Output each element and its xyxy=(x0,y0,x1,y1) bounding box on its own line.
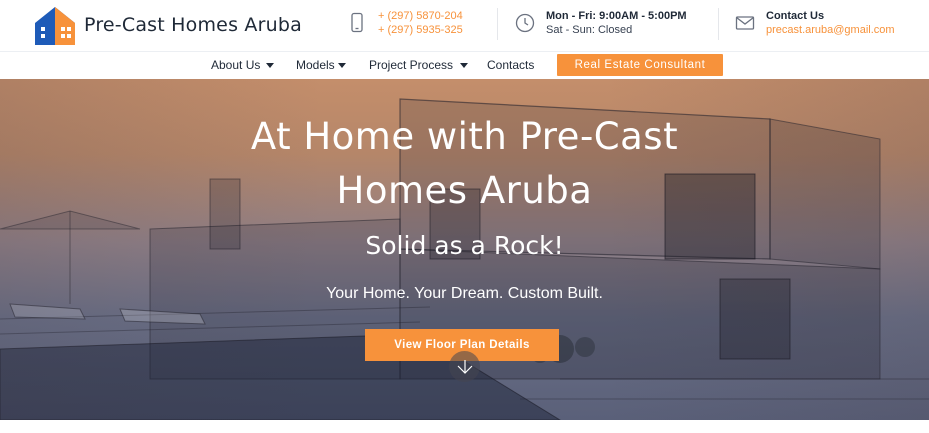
nav-item-about-us[interactable]: About Us xyxy=(211,58,275,72)
hero-title-line-1: At Home with Pre-Cast xyxy=(250,115,679,158)
nav-item-project-process[interactable]: Project Process xyxy=(369,58,469,72)
header-divider xyxy=(497,8,498,40)
caret-down-icon xyxy=(337,62,346,68)
contact-title: Contact Us xyxy=(766,10,825,22)
hours-weekend: Sat - Sun: Closed xyxy=(546,24,633,36)
clock-icon xyxy=(514,12,536,34)
nav-item-contacts[interactable]: Contacts xyxy=(487,58,534,72)
real-estate-consultant-button[interactable]: Real Estate Consultant xyxy=(557,54,723,76)
phone-number-2[interactable]: + (297) 5935-325 xyxy=(378,23,463,37)
scroll-down-button[interactable] xyxy=(449,351,480,382)
caret-down-icon xyxy=(460,62,469,68)
mail-icon xyxy=(734,12,756,34)
site-header: Pre-Cast Homes Aruba + (297) 5870-204 + … xyxy=(0,0,929,50)
contact-email-link[interactable]: precast.aruba@gmail.com xyxy=(766,23,895,37)
site-name[interactable]: Pre-Cast Homes Aruba xyxy=(84,14,302,36)
house-logo-icon xyxy=(33,5,77,45)
header-contact: Contact Us precast.aruba@gmail.com xyxy=(734,9,895,37)
nav-item-label: Models xyxy=(296,58,335,72)
hours-weekdays: Mon - Fri: 9:00AM - 5:00PM xyxy=(546,10,687,22)
nav-item-label: Contacts xyxy=(487,58,535,72)
hero-title-line-2: Homes Aruba xyxy=(336,169,593,212)
hero-tagline: Your Home. Your Dream. Custom Built. xyxy=(326,285,603,302)
hero-subtitle: Solid as a Rock! xyxy=(365,231,564,260)
nav-item-label: Project Process xyxy=(369,58,454,72)
header-phone: + (297) 5870-204 + (297) 5935-325 xyxy=(346,9,463,37)
phone-number-1[interactable]: + (297) 5870-204 xyxy=(378,9,463,23)
header-divider xyxy=(718,8,719,40)
caret-down-icon xyxy=(266,62,275,68)
arrow-down-icon xyxy=(456,358,474,376)
site-logo[interactable]: Pre-Cast Homes Aruba xyxy=(33,5,302,45)
nav-item-label: About Us xyxy=(211,58,261,72)
nav-item-models[interactable]: Models xyxy=(296,58,346,72)
page-bottom-strip xyxy=(0,420,929,433)
phone-icon xyxy=(346,12,368,34)
header-hours: Mon - Fri: 9:00AM - 5:00PM Sat - Sun: Cl… xyxy=(514,9,687,37)
main-nav: About Us Models Project Process Contacts… xyxy=(0,51,929,78)
hero-banner: At Home with Pre-Cast Homes Aruba Solid … xyxy=(0,79,929,420)
